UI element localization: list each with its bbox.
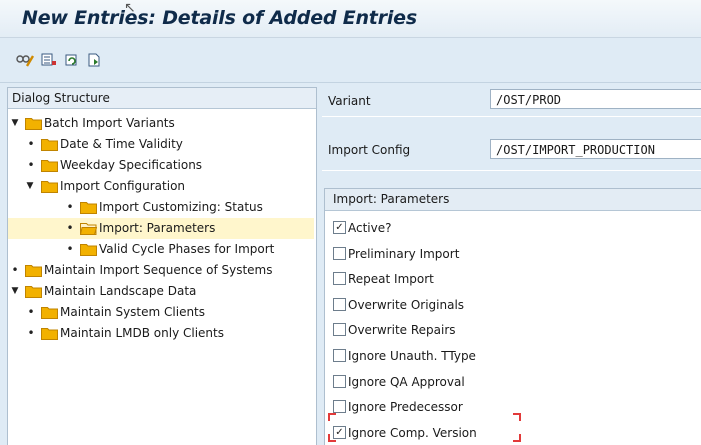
expand-arrow-icon[interactable]: ▼ [25,176,35,197]
folder-icon [41,328,58,340]
tree-node[interactable]: • Maintain LMDB only Clients [8,323,314,344]
tree-node-label: Import: Parameters [99,221,216,235]
folder-icon [25,286,42,298]
variant-label: Variant [328,94,371,108]
open-folder-icon [80,223,97,235]
checkbox-label: Ignore Predecessor [348,400,463,414]
import-config-label: Import Config [328,143,411,157]
tree-node[interactable]: • Maintain System Clients [8,302,314,323]
focus-marker [328,434,336,442]
tree-node-label: Import Configuration [60,179,186,193]
focus-marker [328,413,336,421]
field-separator [322,116,701,117]
checkbox-unchecked[interactable] [333,298,346,311]
folder-icon [25,265,42,277]
tree-node-label: Maintain Landscape Data [44,284,197,298]
expand-arrow-icon[interactable]: ▼ [10,281,20,302]
title-bar: New Entries: Details of Added Entries ↖ [0,0,701,38]
checkbox-unchecked[interactable] [333,247,346,260]
focus-marker [513,434,521,442]
dialog-structure-header: Dialog Structure [8,88,316,109]
tree-node[interactable]: ▼ Import Configuration [8,176,314,197]
checkbox-label: Repeat Import [348,272,434,286]
import-parameters-group: Import: Parameters ✓ Active? Preliminary I… [324,188,701,445]
checkbox-unchecked[interactable] [333,272,346,285]
next-entry-icon[interactable] [84,51,106,69]
tree-node[interactable]: • Import Customizing: Status [8,197,314,218]
tree-node-label: Weekday Specifications [60,158,203,172]
checkbox-label: Ignore QA Approval [348,375,465,389]
import-parameters-header: Import: Parameters [325,189,701,211]
application-toolbar [0,38,701,83]
folder-icon [80,244,97,256]
bullet-icon: • [27,305,35,319]
field-separator [322,170,701,171]
checkbox-label: Overwrite Originals [348,298,465,312]
display-change-icon[interactable] [14,51,36,69]
bullet-icon: • [27,137,35,151]
focus-marker [513,413,521,421]
folder-icon [41,307,58,319]
mouse-cursor-icon: ↖ [124,0,136,16]
tree-node-label: Maintain LMDB only Clients [60,326,224,340]
variant-field[interactable]: /OST/PROD [490,89,701,109]
checkbox-label: Preliminary Import [348,247,460,261]
bullet-icon: • [66,200,74,214]
select-block-icon[interactable] [38,51,60,69]
bullet-icon: • [11,263,19,277]
checkbox-unchecked[interactable] [333,349,346,362]
tree-node-label: Import Customizing: Status [99,200,263,214]
bullet-icon: • [27,158,35,172]
folder-icon [41,160,58,172]
expand-arrow-icon[interactable]: ▼ [10,113,20,134]
tree-node[interactable]: • Import: Parameters [8,218,314,239]
tree-node-label: Maintain System Clients [60,305,206,319]
tree-node[interactable]: • Date & Time Validity [8,134,314,155]
tree-node-label: Maintain Import Sequence of Systems [44,263,273,277]
tree-node-label: Valid Cycle Phases for Import [99,242,275,256]
page-title: New Entries: Details of Added Entries [22,7,417,29]
dialog-structure-panel: Dialog Structure ▼ Batch Import Variants •… [7,87,317,445]
folder-icon [25,118,42,130]
checkbox-label: Overwrite Repairs [348,323,456,337]
tree-node-label: Date & Time Validity [60,137,183,151]
tree-node[interactable]: • Maintain Import Sequence of Systems [8,260,314,281]
checkbox-checked[interactable]: ✓ [333,221,346,234]
bullet-icon: • [66,221,74,235]
undo-icon[interactable] [61,51,83,69]
folder-icon [41,181,58,193]
tree-node[interactable]: ▼ Maintain Landscape Data [8,281,314,302]
bullet-icon: • [66,242,74,256]
checkbox-unchecked[interactable] [333,323,346,336]
tree-node[interactable]: ▼ Batch Import Variants [8,113,314,134]
checkbox-label: Active? [348,221,392,235]
checkbox-label: Ignore Unauth. TType [348,349,476,363]
checkbox-label: Ignore Comp. Version [348,426,477,440]
bullet-icon: • [27,326,35,340]
import-config-field[interactable]: /OST/IMPORT_PRODUCTION [490,139,701,159]
folder-icon [41,139,58,151]
tree-node-label: Batch Import Variants [44,116,175,130]
checkbox-unchecked[interactable] [333,400,346,413]
tree-node[interactable]: • Weekday Specifications [8,155,314,176]
checkbox-unchecked[interactable] [333,375,346,388]
tree-node[interactable]: • Valid Cycle Phases for Import [8,239,314,260]
folder-icon [80,202,97,214]
